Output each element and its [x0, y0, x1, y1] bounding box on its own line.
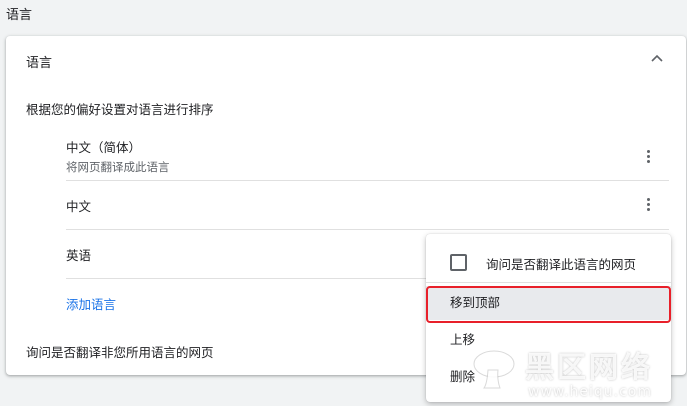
add-language-button[interactable]: 添加语言 [66, 294, 116, 313]
more-vert-icon[interactable] [640, 194, 656, 214]
watermark-url: www.heiqu.com [528, 384, 653, 400]
divider [66, 229, 669, 230]
language-row: 中文 [66, 196, 669, 215]
language-subtitle: 将网页翻译成此语言 [66, 160, 170, 174]
sort-hint: 根据您的偏好设置对语言进行排序 [26, 102, 214, 117]
translate-checkbox-label[interactable]: 询问是否翻译此语言的网页 [486, 254, 636, 273]
language-name: 中文（简体） [66, 140, 142, 155]
translate-offer-label: 询问是否翻译非您所用语言的网页 [26, 345, 214, 360]
section-title: 语言 [6, 8, 33, 23]
language-row: 中文（简体） 将网页翻译成此语言 [66, 137, 669, 175]
menu-item-label: 上移 [450, 332, 476, 347]
translate-checkbox[interactable] [450, 254, 467, 271]
menu-item-label: 删除 [450, 369, 476, 384]
mushroom-logo-icon [473, 350, 515, 389]
menu-divider [426, 282, 671, 283]
chevron-up-icon[interactable] [650, 52, 664, 66]
watermark-text: 黑区网络 [525, 350, 654, 384]
divider [66, 180, 669, 181]
more-vert-icon[interactable] [640, 146, 656, 166]
card-header-title: 语言 [26, 56, 53, 71]
annotation-highlight [426, 286, 671, 323]
watermark: 黑区网络 www.heiqu.com [470, 340, 687, 406]
language-name: 中文 [66, 199, 92, 214]
